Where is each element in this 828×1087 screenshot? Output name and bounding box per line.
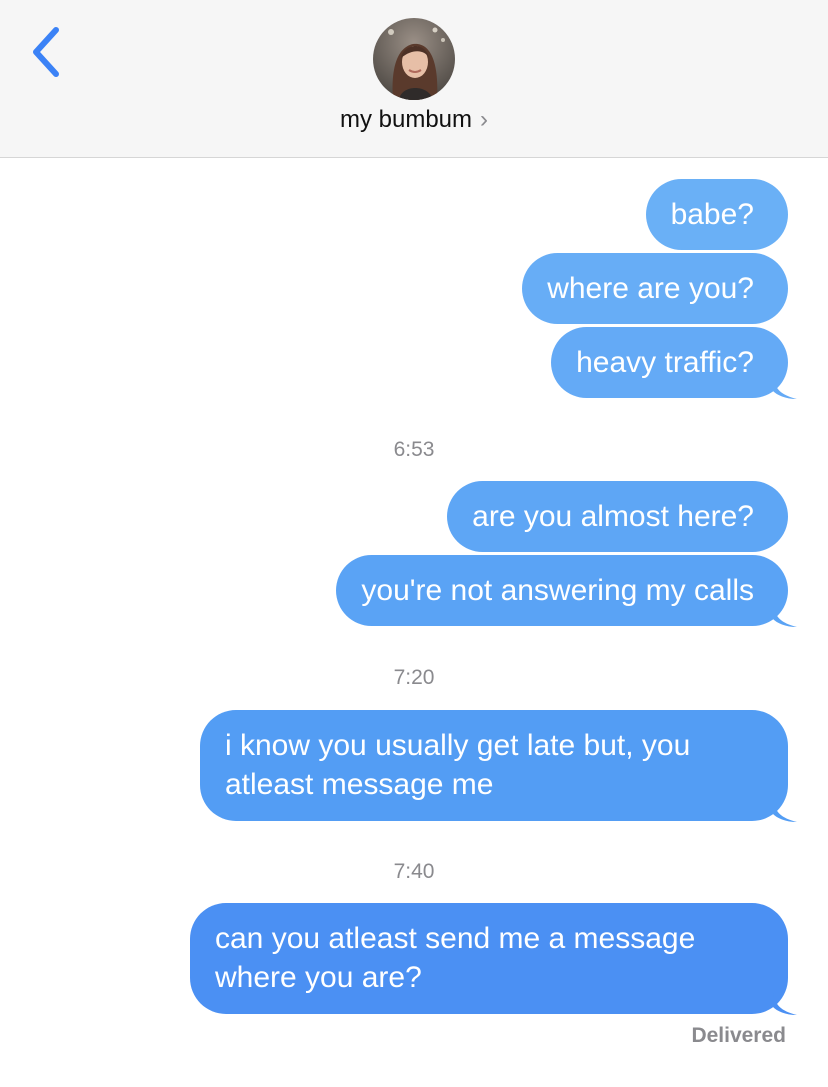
message-timestamp: 7:40 — [393, 860, 435, 883]
back-button[interactable] — [24, 22, 74, 82]
bubble-tail — [773, 800, 797, 822]
message-timestamp: 6:53 — [393, 438, 435, 461]
contact-name: my bumbum — [339, 106, 473, 133]
chevron-right-icon: › — [480, 106, 489, 133]
avatar-photo — [373, 18, 455, 100]
contact-avatar[interactable] — [373, 18, 455, 100]
message-bubble[interactable]: you're not answering my calls — [336, 555, 788, 626]
message-bubble[interactable]: heavy traffic? — [551, 327, 788, 398]
chevron-left-icon — [33, 27, 59, 77]
contact-name-button[interactable]: my bumbum › — [0, 106, 828, 134]
delivery-status: Delivered — [691, 1024, 786, 1047]
message-bubble[interactable]: where are you? — [522, 253, 788, 324]
bubble-tail — [773, 993, 797, 1015]
message-bubble[interactable]: i know you usually get late but, you atl… — [200, 710, 788, 821]
conversation-header: my bumbum › — [0, 0, 828, 158]
message-timestamp: 7:20 — [393, 666, 435, 689]
messages-screen: my bumbum › babe? where are you? heavy tr… — [0, 0, 828, 1087]
message-bubble[interactable]: babe? — [645, 179, 788, 250]
bubble-tail — [773, 605, 797, 627]
message-bubble[interactable]: can you atleast send me a message where … — [190, 903, 788, 1014]
bubble-tail — [773, 377, 797, 399]
message-bubble[interactable]: are you almost here? — [447, 481, 788, 552]
